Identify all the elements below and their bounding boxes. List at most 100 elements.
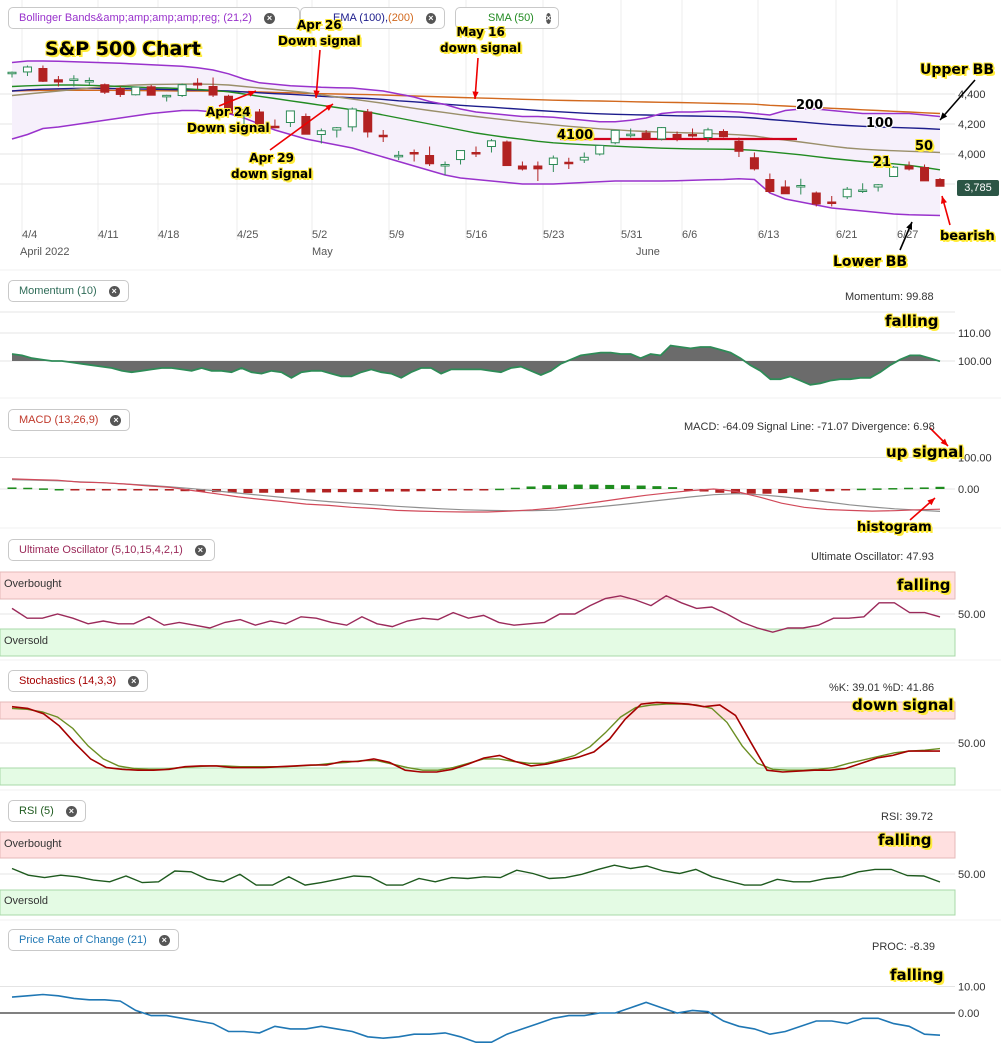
x-tick-label: 5/16 [466,229,487,241]
candle-body [502,141,512,167]
macd-histogram-bar [636,485,646,489]
y-tick-label: 50.00 [958,609,986,621]
close-icon[interactable]: × [128,675,140,687]
macd-histogram-bar [605,484,615,489]
candle-body [69,78,79,81]
proc-line [11,993,941,1043]
legend-momentum[interactable]: Momentum (10) × [8,280,129,302]
legend-rsi[interactable]: RSI (5) × [8,800,86,822]
x-tick-label: 5/9 [389,229,404,241]
macd-histogram-bar [322,489,332,493]
legend-macd-label: MACD (13,26,9) [19,414,99,426]
close-icon[interactable]: × [263,12,275,24]
candle-body [641,132,651,140]
candle-body [208,86,218,96]
legend-ultimate-oscillator[interactable]: Ultimate Oscillator (5,10,15,4,2,1) × [8,539,215,561]
annotation-may16-line1: May 16 [456,25,505,39]
candle-body [270,125,280,129]
candle-body [378,134,388,138]
legend-stochastics[interactable]: Stochastics (14,3,3) × [8,670,149,692]
legend-bollinger-bands[interactable]: Bollinger Bands&amp;amp;amp;amp;reg; (21… [8,7,300,29]
macd-histogram-bar [856,488,866,491]
candle-body [193,82,203,86]
annotation-ma100: 100 [866,116,894,131]
candle-body [579,156,589,161]
macd-histogram-bar [369,489,379,492]
x-tick-label: 5/23 [543,229,564,241]
macd-histogram-bar [86,489,96,491]
macd-histogram-bar [101,489,111,491]
macd-histogram-bar [919,487,929,489]
close-icon[interactable]: × [65,805,77,817]
macd-histogram-bar [479,489,489,491]
chart-canvas: 4/4 4/11 4/18 4/25 5/2 5/9 5/16 5/23 5/31 6/6 6/13… [0,0,1001,1043]
macd-histogram-bar [243,489,253,494]
macd-histogram-bar [54,489,64,491]
macd-histogram-bar [841,489,851,491]
macd-histogram-bar [117,489,127,491]
legend-ema-200-label: (200) [388,12,414,24]
candle-body [347,108,357,128]
x-tick-label: 5/2 [312,229,327,241]
macd-histogram-bar [306,489,316,493]
arrow-bearish-head [940,196,947,204]
macd-histogram-bar [495,488,505,491]
macd-histogram-bar [416,489,426,492]
close-icon[interactable]: × [194,544,206,556]
candle-body [363,111,373,133]
macd-histogram-bar [904,487,914,490]
legend-proc[interactable]: Price Rate of Change (21) × [8,929,179,951]
x-tick-label: 6/21 [836,229,857,241]
y-tick-label: 0.00 [958,484,979,496]
candle-body [517,165,527,170]
candle-body [100,84,110,93]
macd-histogram-bar [668,487,678,489]
candle-body [626,133,636,137]
close-icon[interactable]: × [158,934,170,946]
close-icon[interactable]: × [108,285,120,297]
x-tick-label: 4/25 [237,229,258,241]
ult-overbought-zone [0,571,956,600]
candle-body [131,86,141,96]
annotation-ma200: 200 [796,98,824,113]
month-label: April 2022 [20,246,70,258]
candle-body [842,188,852,198]
candle-body [409,152,419,155]
annotation-4100: 4100 [557,128,594,143]
legend-momentum-label: Momentum (10) [19,285,97,297]
x-tick-label: 4/4 [22,229,37,241]
macd-histogram-bar [573,484,583,489]
proc-readout: PROC: -8.39 [872,941,935,953]
x-tick-label: 5/31 [621,229,642,241]
candle-body [332,127,342,131]
macd-histogram-bar [872,488,882,490]
candle-body [486,140,496,148]
candle-body [440,164,450,167]
macd-histogram-bar [337,489,347,493]
legend-macd[interactable]: MACD (13,26,9) × [8,409,131,431]
candle-body [533,165,543,170]
close-icon[interactable]: × [545,12,552,24]
ult-oversold-zone [0,628,956,657]
candle-body [162,94,172,98]
candle-body [7,71,17,75]
y-tick-label: 50.00 [958,738,986,750]
macd-histogram-bar [888,488,898,490]
candle-body [425,155,435,165]
candle-body [811,192,821,205]
close-icon[interactable]: × [110,414,122,426]
macd-histogram-bar [542,485,552,489]
macd-histogram-bar [384,489,394,492]
candle-body [873,184,883,188]
ult-oversold-label: Oversold [4,635,49,647]
annotation-lower-bb: Lower BB [833,254,908,270]
rsi-line [11,864,941,886]
close-icon[interactable]: × [425,12,436,24]
macd-histogram-bar [164,489,174,491]
macd-histogram-bar [935,486,945,489]
candle-body [316,130,326,135]
x-tick-label: 6/6 [682,229,697,241]
y-tick-label: 4,000 [958,149,986,161]
candle-body [394,154,404,158]
macd-histogram-bar [793,489,803,493]
